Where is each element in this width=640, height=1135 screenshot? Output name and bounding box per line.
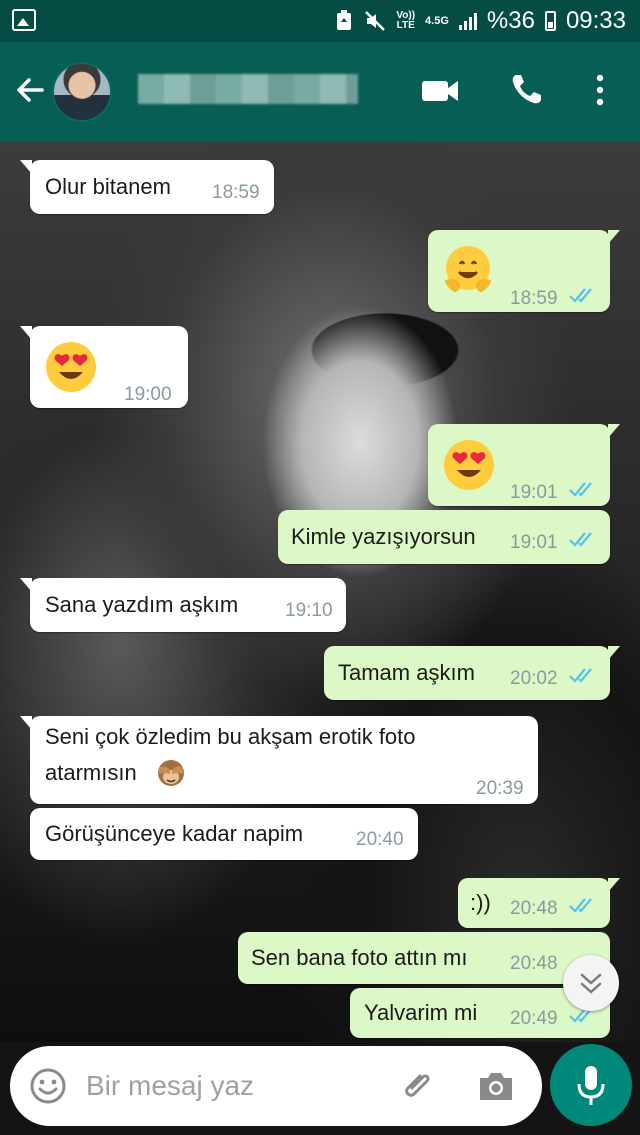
- input-bar: [0, 1042, 640, 1135]
- emoji-icon[interactable]: [28, 1066, 68, 1106]
- message-incoming[interactable]: Sana yazdım aşkım 19:10: [20, 578, 346, 632]
- message-outgoing[interactable]: Kimle yazışıyorsun 19:01: [278, 510, 610, 564]
- mute-icon: [365, 11, 386, 31]
- read-ticks-icon: [569, 668, 592, 683]
- video-call-icon[interactable]: [420, 76, 460, 106]
- status-bar: Vo)) LTE 4.5G %36 09:33: [0, 0, 640, 42]
- message-time: 20:40: [356, 829, 404, 850]
- lte-label: LTE: [396, 20, 415, 31]
- message-text: Yalvarim mi: [364, 1000, 478, 1025]
- camera-icon[interactable]: [476, 1068, 516, 1104]
- double-chevron-down-icon: [580, 973, 602, 994]
- heart-eyes-emoji-icon: [46, 342, 96, 392]
- message-time: 19:10: [285, 600, 333, 621]
- attach-icon[interactable]: [398, 1066, 438, 1106]
- see-no-evil-monkey-emoji-icon: [158, 760, 184, 786]
- message-time: 18:59: [510, 288, 558, 309]
- message-incoming[interactable]: 19:00: [20, 326, 188, 408]
- message-text: Görüşünceye kadar napim: [45, 821, 304, 846]
- scroll-to-bottom-button[interactable]: [563, 955, 619, 1011]
- message-incoming[interactable]: Seni çok özledim bu akşam erotik foto at…: [20, 716, 538, 804]
- data-saver-icon: [337, 10, 352, 30]
- status-icons: Vo)) LTE 4.5G %36 09:33: [334, 7, 626, 35]
- more-options-icon[interactable]: [593, 73, 607, 107]
- signal-icon: [458, 12, 477, 30]
- message-composer: [10, 1046, 542, 1126]
- gallery-notification-icon: [12, 9, 36, 31]
- message-time: 20:48: [510, 953, 558, 974]
- read-ticks-icon: [569, 532, 592, 547]
- volte-indicator: Vo)) LTE: [396, 11, 415, 31]
- message-time: 20:49: [510, 1008, 558, 1029]
- hugging-face-emoji-icon: [442, 246, 494, 293]
- message-outgoing[interactable]: Tamam aşkım 20:02: [324, 646, 620, 700]
- message-outgoing[interactable]: 19:01: [428, 424, 620, 506]
- message-incoming[interactable]: Görüşünceye kadar napim 20:40: [30, 808, 418, 860]
- message-outgoing[interactable]: :)) 20:48: [458, 878, 620, 928]
- chat-background: Olur bitanem 18:59 18:59 19:00 19:01 Kim…: [0, 142, 640, 1042]
- message-text: Sana yazdım aşkım: [45, 592, 239, 617]
- heart-eyes-emoji-icon: [444, 440, 494, 490]
- message-time: 19:00: [124, 384, 172, 405]
- clock: 09:33: [565, 7, 626, 34]
- message-text: Olur bitanem: [45, 174, 171, 199]
- voice-call-icon[interactable]: [510, 72, 544, 106]
- message-outgoing[interactable]: Sen bana foto attın mı 20:48: [238, 932, 610, 984]
- message-time: 19:01: [510, 532, 558, 553]
- message-text: Kimle yazışıyorsun: [291, 524, 476, 549]
- battery-percent: %36: [486, 7, 535, 34]
- microphone-icon: [577, 1066, 605, 1105]
- battery-icon: [544, 11, 556, 31]
- message-text-line2: atarmısın: [45, 760, 137, 785]
- read-ticks-icon: [569, 288, 592, 303]
- message-text: Tamam aşkım: [338, 660, 475, 685]
- avatar[interactable]: [52, 62, 112, 122]
- message-time: 20:48: [510, 898, 558, 919]
- message-time: 20:02: [510, 668, 558, 689]
- network-type: 4.5G: [425, 15, 449, 27]
- voice-message-button[interactable]: [550, 1044, 632, 1126]
- back-arrow-icon[interactable]: [12, 72, 48, 108]
- message-text: :)): [470, 890, 491, 915]
- message-text-line1: Seni çok özledim bu akşam erotik foto: [45, 724, 416, 749]
- message-outgoing[interactable]: 18:59: [428, 230, 620, 312]
- message-text: Sen bana foto attın mı: [251, 945, 468, 970]
- message-input[interactable]: [86, 1064, 386, 1108]
- message-time: 20:39: [476, 778, 524, 799]
- read-ticks-icon: [569, 482, 592, 497]
- chat-header: ████████████: [0, 42, 640, 142]
- message-time: 19:01: [510, 482, 558, 503]
- message-incoming[interactable]: Olur bitanem 18:59: [20, 160, 274, 214]
- read-ticks-icon: [569, 898, 592, 913]
- message-time: 18:59: [212, 182, 260, 203]
- contact-name[interactable]: ████████████: [138, 74, 358, 104]
